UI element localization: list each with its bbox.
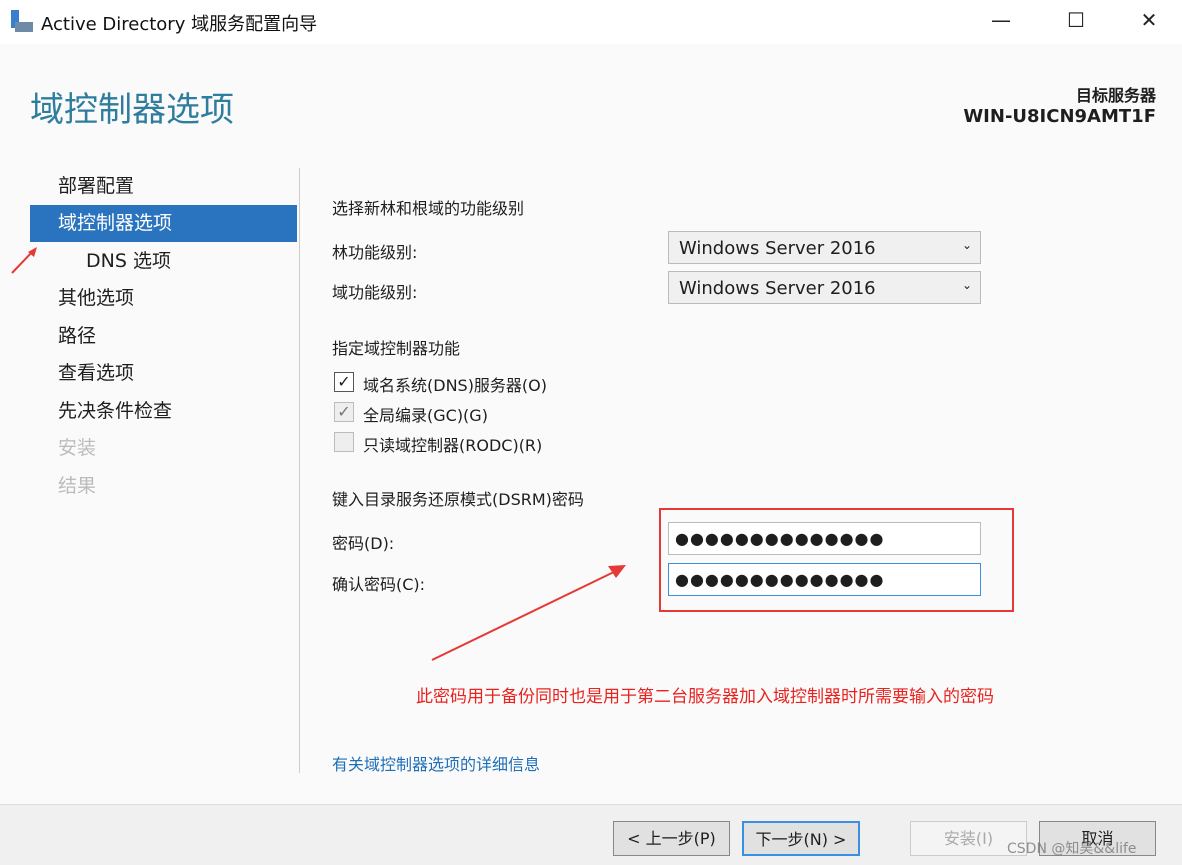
annotation-box [659,508,1014,612]
dns-checkbox[interactable]: ✓ [334,372,354,392]
domain-level-value: Windows Server 2016 [679,278,876,299]
gc-label: 全局编录(GC)(G) [363,406,488,425]
confirm-password-label: 确认密码(C): [332,575,426,594]
dns-label: 域名系统(DNS)服务器(O) [363,376,548,395]
nav-paths[interactable]: 路径 [30,318,297,355]
capabilities-heading: 指定域控制器功能 [332,339,461,358]
chevron-down-icon: ⌄ [961,278,972,292]
nav-deployment[interactable]: 部署配置 [30,168,297,205]
rodc-checkbox [334,432,354,452]
password-label: 密码(D): [332,534,395,553]
minimize-button[interactable]: — [986,8,1016,36]
watermark: CSDN @知昊&&life [1007,841,1137,857]
previous-button[interactable]: < 上一步(P) [613,821,730,856]
forest-level-label: 林功能级别: [332,243,418,262]
close-button[interactable]: ✕ [1134,8,1164,36]
nav-other-options[interactable]: 其他选项 [30,280,297,317]
rodc-label: 只读域控制器(RODC)(R) [363,436,543,455]
page-title: 域控制器选项 [30,90,234,130]
title-bar: Active Directory 域服务配置向导 — ☐ ✕ [0,0,1182,44]
nav-prereq[interactable]: 先决条件检查 [30,393,297,430]
forest-level-select[interactable]: Windows Server 2016 ⌄ [668,231,981,264]
forest-level-value: Windows Server 2016 [679,238,876,259]
maximize-button[interactable]: ☐ [1061,8,1091,36]
nav-dns-options[interactable]: DNS 选项 [30,243,297,280]
annotation-arrow-icon [431,565,626,661]
window-title: Active Directory 域服务配置向导 [41,14,318,35]
divider [299,168,300,773]
nav-review[interactable]: 查看选项 [30,355,297,392]
nav-dc-options[interactable]: 域控制器选项 [30,205,297,242]
domain-level-select[interactable]: Windows Server 2016 ⌄ [668,271,981,304]
server-icon [11,10,33,32]
next-button[interactable]: 下一步(N) > [742,821,860,856]
target-server-label: 目标服务器 [1075,86,1156,105]
more-info-link[interactable]: 有关域控制器选项的详细信息 [332,751,540,775]
chevron-down-icon: ⌄ [961,238,972,252]
nav-results: 结果 [58,475,97,497]
nav-install: 安装 [58,437,97,459]
dsrm-heading: 键入目录服务还原模式(DSRM)密码 [332,490,584,509]
red-arrow-icon [11,247,37,274]
gc-checkbox: ✓ [334,402,354,422]
target-server-name: WIN-U8ICN9AMT1F [963,106,1156,127]
levels-heading: 选择新林和根域的功能级别 [332,199,525,218]
annotation-text: 此密码用于备份同时也是用于第二台服务器加入域控制器时所需要输入的密码 [416,687,994,707]
domain-level-label: 域功能级别: [332,283,418,302]
